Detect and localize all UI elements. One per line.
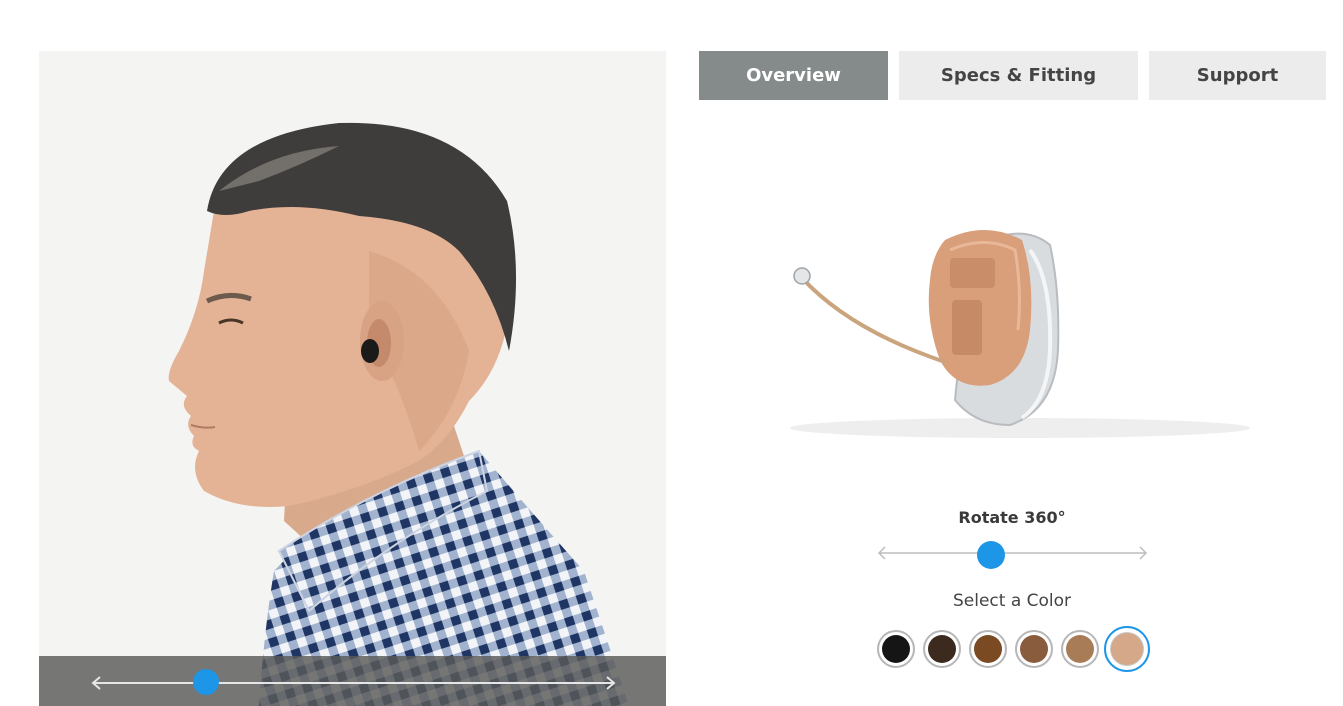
color-swatch-beige[interactable]: [1104, 626, 1150, 672]
photo-slider-track[interactable]: [39, 656, 666, 706]
color-swatch-black[interactable]: [877, 630, 915, 668]
tab-overview[interactable]: Overview: [699, 51, 888, 100]
hearing-aid-product-image: [790, 230, 1250, 438]
color-swatch-brown[interactable]: [969, 630, 1007, 668]
rotate-label: Rotate 360°: [958, 508, 1066, 527]
product-photo-panel: [39, 51, 666, 706]
color-swatch-medium-brown[interactable]: [1015, 630, 1053, 668]
tab-specs-fitting[interactable]: Specs & Fitting: [899, 51, 1138, 100]
select-color-label: Select a Color: [952, 591, 1072, 611]
color-swatch-dark-brown[interactable]: [923, 630, 961, 668]
rotate-slider-handle[interactable]: [977, 541, 1005, 569]
photo-slider-handle[interactable]: [193, 669, 219, 695]
rotate-slider-track[interactable]: [874, 540, 1152, 566]
photo-slider-bar: [39, 656, 666, 706]
color-swatch-light-brown[interactable]: [1061, 630, 1099, 668]
man-profile-image: [168, 122, 629, 706]
tab-support[interactable]: Support: [1149, 51, 1326, 100]
